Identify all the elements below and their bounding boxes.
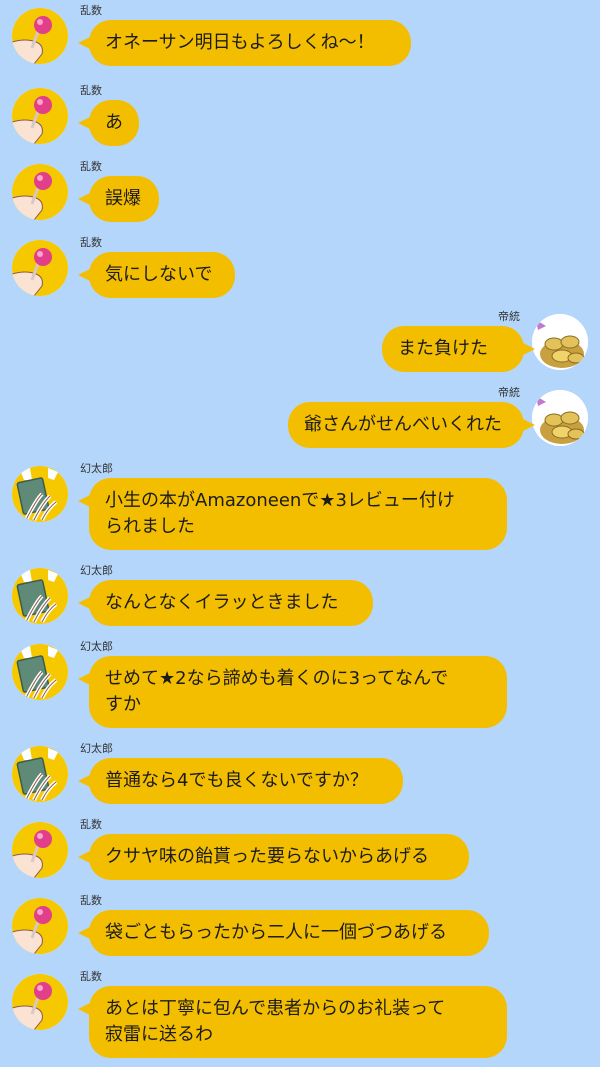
message-bubble[interactable]: なんとなくイラッときました [78, 580, 373, 626]
sender-name: 幻太郎 [80, 564, 113, 577]
book-avatar-icon[interactable] [12, 644, 68, 700]
ranpo-avatar-icon[interactable] [12, 974, 68, 1030]
message-bubble[interactable]: 誤爆 [78, 176, 159, 222]
ranpo-avatar-icon[interactable] [12, 898, 68, 954]
ranpo-avatar-icon[interactable] [12, 822, 68, 878]
sender-name: 帝統 [498, 310, 520, 323]
message-bubble[interactable]: 袋ごともらったから二人に一個づつあげる [78, 910, 489, 956]
sender-name: 乱数 [80, 84, 102, 97]
message-bubble[interactable]: 気にしないで [78, 252, 235, 298]
message-bubble[interactable]: あとは丁寧に包んで患者からのお礼装って 寂雷に送るわ [78, 986, 507, 1058]
message-bubble[interactable]: オネーサン明日もよろしくね～！ [78, 20, 411, 66]
book-avatar-icon[interactable] [12, 568, 68, 624]
message-bubble[interactable]: また負けた [382, 326, 535, 372]
sender-name: 幻太郎 [80, 462, 113, 475]
sender-name: 乱数 [80, 894, 102, 907]
sender-name: 乱数 [80, 160, 102, 173]
message-bubble[interactable]: クサヤ味の飴貰った要らないからあげる [78, 834, 469, 880]
coins-avatar-icon[interactable] [532, 390, 588, 446]
ranpo-avatar-icon[interactable] [12, 8, 68, 64]
sender-name: 乱数 [80, 4, 102, 17]
sender-name: 幻太郎 [80, 742, 113, 755]
sender-name: 帝統 [498, 386, 520, 399]
book-avatar-icon[interactable] [12, 466, 68, 522]
message-bubble[interactable]: せめて★2なら諦めも着くのに3ってなんで すか [78, 656, 507, 728]
message-bubble[interactable]: 爺さんがせんべいくれた [288, 402, 535, 448]
chat-area[interactable]: 乱数 オネーサン明日もよろしくね～！ 乱数あ 乱数 誤爆 乱数 気にしないで 帝統 また… [0, 0, 600, 1067]
sender-name: 乱数 [80, 818, 102, 831]
message-bubble[interactable]: 小生の本がAmazoneenで★3レビュー付け られました [78, 478, 507, 550]
coins-avatar-icon[interactable] [532, 314, 588, 370]
message-bubble[interactable]: 普通なら4でも良くないですか？ [78, 758, 403, 804]
sender-name: 乱数 [80, 236, 102, 249]
sender-name: 幻太郎 [80, 640, 113, 653]
message-bubble[interactable]: あ [78, 100, 139, 146]
ranpo-avatar-icon[interactable] [12, 88, 68, 144]
ranpo-avatar-icon[interactable] [12, 164, 68, 220]
ranpo-avatar-icon[interactable] [12, 240, 68, 296]
sender-name: 乱数 [80, 970, 102, 983]
book-avatar-icon[interactable] [12, 746, 68, 802]
